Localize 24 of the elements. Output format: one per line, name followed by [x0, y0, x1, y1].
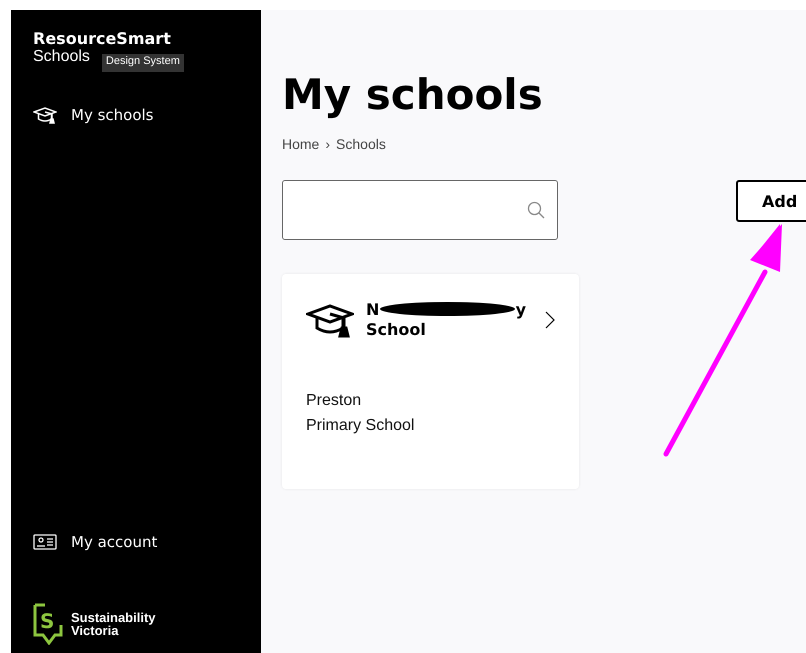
breadcrumb-link[interactable]: Home — [282, 136, 320, 152]
school-suburb: Preston — [306, 391, 362, 411]
school-name: y — [516, 300, 526, 320]
nav-link[interactable]: My account — [33, 533, 261, 551]
search-icon — [527, 201, 545, 219]
logo-text: Sustainability — [71, 611, 156, 624]
school-type: Primary School — [306, 416, 416, 436]
logo-text: Victoria — [71, 624, 118, 637]
product-name: Schools — [33, 48, 90, 66]
id-card-icon — [33, 534, 57, 550]
page-title: My schools — [282, 70, 544, 120]
school-name: School — [366, 320, 427, 340]
graduation-cap-icon — [306, 302, 354, 338]
breadcrumb-link[interactable]: Schools — [336, 136, 386, 152]
breadcrumb-separator: › — [325, 136, 330, 152]
search-field[interactable] — [282, 180, 558, 240]
graduation-cap-icon — [33, 106, 57, 124]
chevron-right-icon — [545, 311, 555, 329]
add-button[interactable]: Add — [736, 180, 806, 222]
school-card[interactable]: N y School Preston Primary School — [282, 274, 579, 489]
nav-link[interactable]: My schools — [33, 106, 261, 124]
school-name: N — [366, 300, 380, 320]
brand-name: ResourceSmart — [33, 30, 172, 48]
design-system-tag: Design System — [102, 54, 184, 72]
